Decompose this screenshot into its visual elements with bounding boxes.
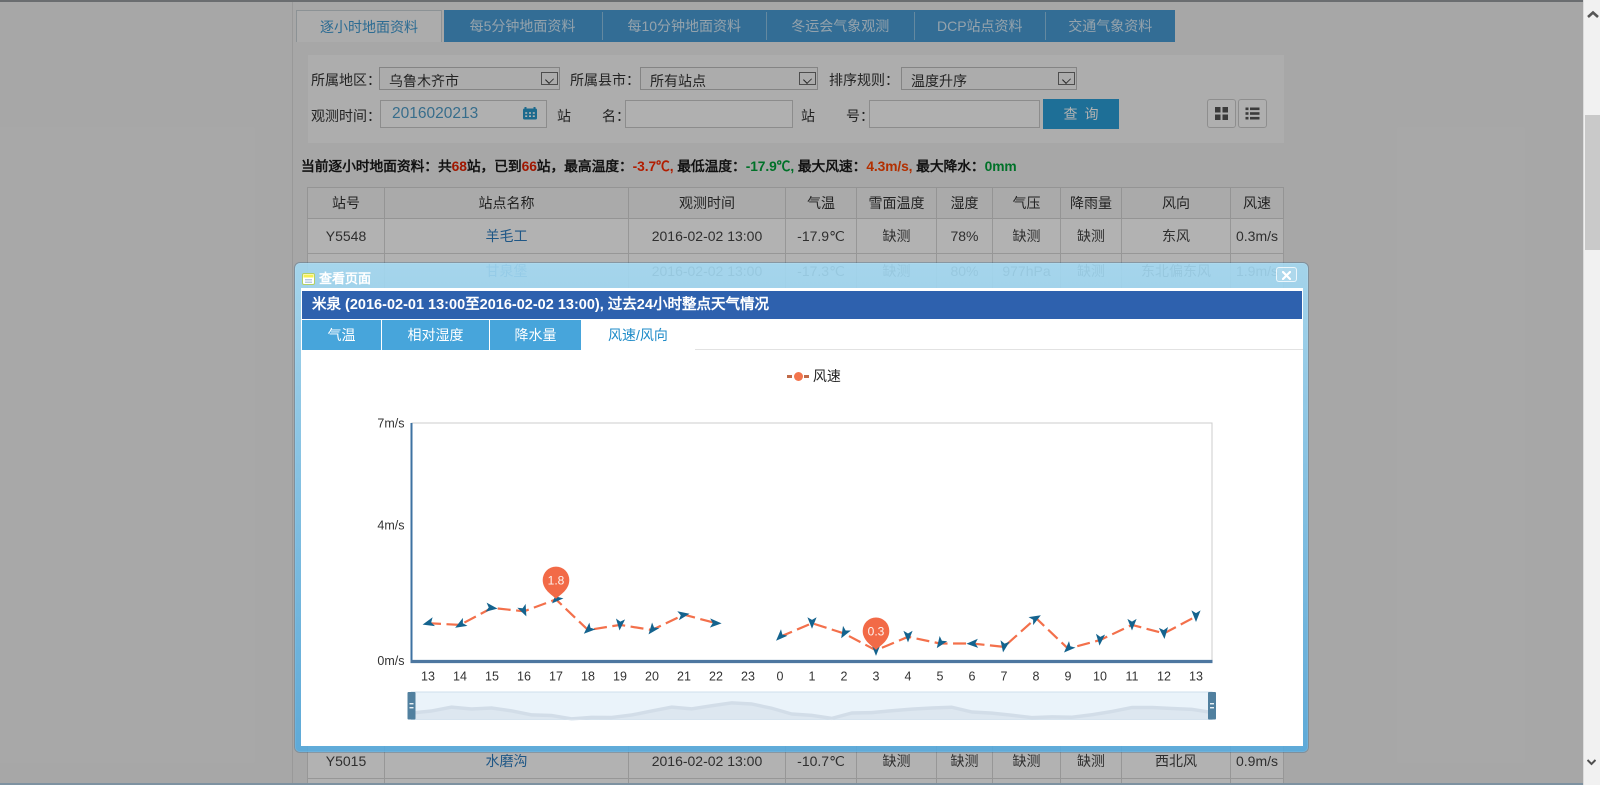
svg-text:11: 11 bbox=[1126, 670, 1139, 684]
svg-text:23: 23 bbox=[741, 670, 755, 684]
svg-text:13: 13 bbox=[421, 670, 435, 684]
svg-text:1.8: 1.8 bbox=[548, 573, 565, 587]
svg-text:3: 3 bbox=[873, 670, 880, 684]
svg-text:18: 18 bbox=[581, 670, 595, 684]
svg-text:7: 7 bbox=[1001, 670, 1008, 684]
svg-text:13: 13 bbox=[1189, 670, 1203, 684]
svg-text:0m/s: 0m/s bbox=[377, 654, 404, 668]
svg-text:5: 5 bbox=[937, 670, 944, 684]
svg-text:0.3: 0.3 bbox=[868, 624, 885, 638]
svg-text:9: 9 bbox=[1065, 670, 1072, 684]
svg-text:12: 12 bbox=[1157, 670, 1171, 684]
svg-text:0: 0 bbox=[777, 670, 784, 684]
svg-text:2: 2 bbox=[841, 670, 848, 684]
svg-text:15: 15 bbox=[485, 670, 499, 684]
svg-text:17: 17 bbox=[549, 670, 563, 684]
svg-text:6: 6 bbox=[969, 670, 976, 684]
svg-text:14: 14 bbox=[453, 670, 467, 684]
svg-text:10: 10 bbox=[1093, 670, 1107, 684]
svg-text:21: 21 bbox=[677, 670, 691, 684]
svg-text:16: 16 bbox=[517, 670, 531, 684]
svg-text:4: 4 bbox=[905, 670, 912, 684]
svg-text:19: 19 bbox=[613, 670, 627, 684]
svg-text:8: 8 bbox=[1033, 670, 1040, 684]
svg-text:20: 20 bbox=[645, 670, 659, 684]
svg-text:7m/s: 7m/s bbox=[377, 417, 404, 431]
svg-text:1: 1 bbox=[809, 670, 816, 684]
svg-text:4m/s: 4m/s bbox=[377, 518, 404, 532]
svg-text:22: 22 bbox=[709, 670, 723, 684]
